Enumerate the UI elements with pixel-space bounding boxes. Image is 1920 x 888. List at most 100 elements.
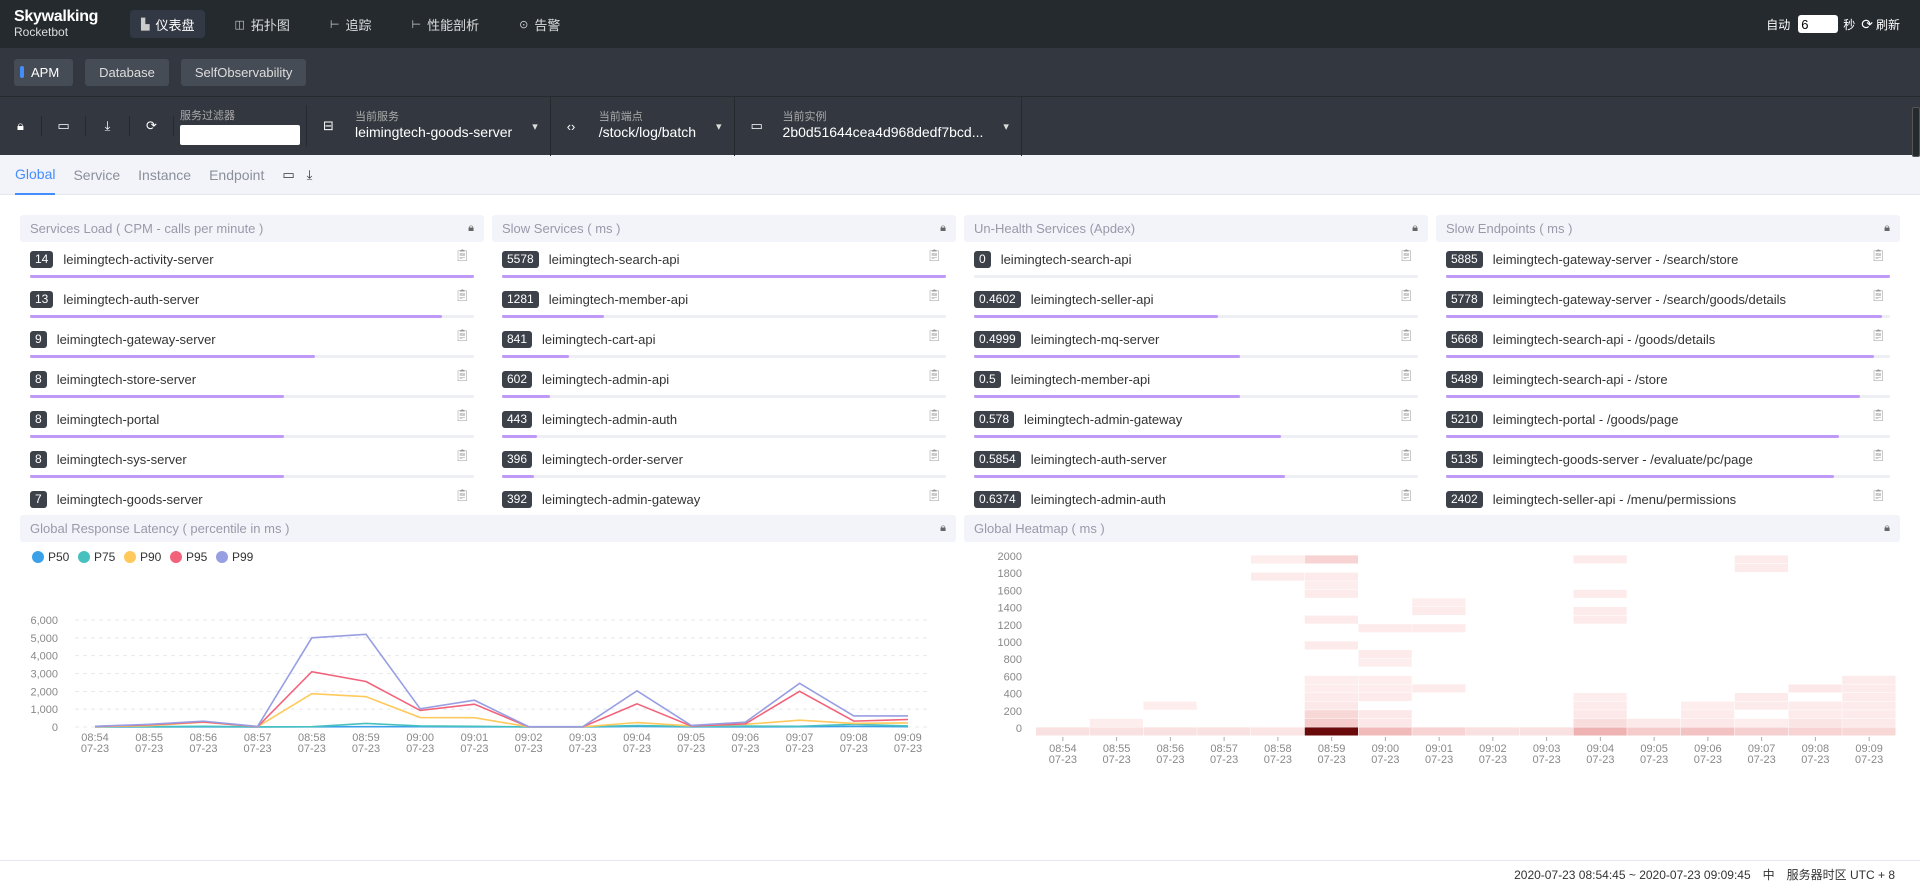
clipboard-icon[interactable]: 📋︎ [1399, 288, 1414, 302]
chevron-down-icon: ▾ [716, 120, 722, 133]
list-item[interactable]: 8 leimingtech-portal 📋︎ [20, 402, 484, 442]
list-item[interactable]: 0.4602 leimingtech-seller-api 📋︎ [964, 282, 1428, 322]
clipboard-icon[interactable]: 📋︎ [455, 408, 470, 422]
value-badge: 13 [30, 290, 54, 308]
lock-icon[interactable]: 🔒︎ [940, 522, 946, 535]
list-item[interactable]: 5489 leimingtech-search-api - /store 📋︎ [1436, 362, 1900, 402]
clipboard-icon[interactable]: 📋︎ [455, 328, 470, 342]
language-toggle[interactable]: 中 [1763, 866, 1775, 883]
list-item[interactable]: 0.4999 leimingtech-mq-server 📋︎ [964, 322, 1428, 362]
clipboard-icon[interactable]: 📋︎ [1399, 448, 1414, 462]
clipboard-icon[interactable]: 📋︎ [927, 288, 942, 302]
subtab-database[interactable]: Database [85, 58, 169, 86]
lock-icon[interactable]: 🔒︎ [1412, 222, 1418, 235]
clipboard-icon[interactable]: 📋︎ [1871, 448, 1886, 462]
refresh-interval-input[interactable] [1798, 15, 1839, 33]
clipboard-icon[interactable]: 📋︎ [455, 288, 470, 302]
clipboard-icon[interactable]: 📋︎ [1871, 248, 1886, 262]
endpoint-selector[interactable]: ‹› 当前端点/stock/log/batch ▾ [551, 96, 735, 156]
progress-track [502, 315, 946, 318]
lock-icon[interactable]: 🔒︎ [0, 116, 42, 136]
list-item[interactable]: 7 leimingtech-goods-server 📋︎ [20, 482, 484, 513]
clipboard-icon[interactable]: 📋︎ [927, 448, 942, 462]
time-range[interactable]: 2020-07-23 08:54:45 ~ 2020-07-23 09:09:4… [1514, 868, 1751, 882]
lock-icon[interactable]: 🔒︎ [940, 222, 946, 235]
list-item[interactable]: 392 leimingtech-admin-gateway 📋︎ [492, 482, 956, 513]
clipboard-icon[interactable]: 📋︎ [927, 488, 942, 502]
list-item[interactable]: 0.6374 leimingtech-admin-auth 📋︎ [964, 482, 1428, 513]
clipboard-icon[interactable]: 📋︎ [1871, 408, 1886, 422]
service-filter-input[interactable] [180, 125, 300, 145]
tab-global[interactable]: Global [15, 155, 56, 195]
value-badge: 5778 [1446, 290, 1483, 308]
clipboard-icon[interactable]: 📋︎ [1871, 328, 1886, 342]
list-item[interactable]: 5885 leimingtech-gateway-server - /search… [1436, 242, 1900, 282]
list-item[interactable]: 841 leimingtech-cart-api 📋︎ [492, 322, 956, 362]
side-gauge [1912, 107, 1920, 157]
list-item[interactable]: 0.5 leimingtech-member-api 📋︎ [964, 362, 1428, 402]
list-item[interactable]: 0 leimingtech-search-api 📋︎ [964, 242, 1428, 282]
folder-icon[interactable]: ▭ [42, 116, 86, 136]
nav-profile[interactable]: ⊢ 性能剖析 [401, 10, 491, 38]
refresh-icon[interactable]: ⟳ [1861, 16, 1873, 33]
clipboard-icon[interactable]: 📋︎ [927, 408, 942, 422]
clipboard-icon[interactable]: 📋︎ [1399, 488, 1414, 502]
list-item[interactable]: 2402 leimingtech-seller-api - /menu/permi… [1436, 482, 1900, 513]
list-item[interactable]: 13 leimingtech-auth-server 📋︎ [20, 282, 484, 322]
list-item[interactable]: 5135 leimingtech-goods-server - /evaluate… [1436, 442, 1900, 482]
lock-icon[interactable]: 🔒︎ [1884, 522, 1890, 535]
auto-refresh-label[interactable]: 自动 [1766, 16, 1790, 33]
subtab-apm[interactable]: APM [14, 58, 74, 86]
clipboard-icon[interactable]: 📋︎ [1399, 408, 1414, 422]
download-icon[interactable]: ⤓ [307, 167, 313, 183]
subtab-selfobservability[interactable]: SelfObservability [180, 58, 307, 86]
clipboard-icon[interactable]: 📋︎ [927, 368, 942, 382]
list-item[interactable]: 5578 leimingtech-search-api 📋︎ [492, 242, 956, 282]
list-item[interactable]: 396 leimingtech-order-server 📋︎ [492, 442, 956, 482]
clipboard-icon[interactable]: 📋︎ [1871, 288, 1886, 302]
clipboard-icon[interactable]: 📋︎ [1399, 248, 1414, 262]
tab-instance[interactable]: Instance [138, 155, 191, 195]
lock-icon[interactable]: 🔒︎ [1884, 222, 1890, 235]
refresh-button[interactable]: 刷新 [1876, 16, 1900, 33]
clipboard-icon[interactable]: 📋︎ [1871, 368, 1886, 382]
nav-dashboard[interactable]: ▙ 仪表盘 [130, 10, 206, 38]
download-icon[interactable]: ⤓ [86, 116, 130, 136]
folder-icon[interactable]: ▭ [282, 167, 294, 183]
list-item[interactable]: 602 leimingtech-admin-api 📋︎ [492, 362, 956, 402]
list-item[interactable]: 443 leimingtech-admin-auth 📋︎ [492, 402, 956, 442]
bar-chart-icon: ▙ [141, 18, 150, 31]
list-item[interactable]: 0.578 leimingtech-admin-gateway 📋︎ [964, 402, 1428, 442]
list-item[interactable]: 5210 leimingtech-portal - /goods/page 📋︎ [1436, 402, 1900, 442]
list-item[interactable]: 5668 leimingtech-search-api - /goods/deta… [1436, 322, 1900, 362]
list-item[interactable]: 0.5854 leimingtech-auth-server 📋︎ [964, 442, 1428, 482]
clipboard-icon[interactable]: 📋︎ [1399, 328, 1414, 342]
list-item[interactable]: 9 leimingtech-gateway-server 📋︎ [20, 322, 484, 362]
list-item[interactable]: 5778 leimingtech-gateway-server - /search… [1436, 282, 1900, 322]
clipboard-icon[interactable]: 📋︎ [927, 248, 942, 262]
reload-icon[interactable]: ⟳ [130, 116, 174, 136]
nav-label: 拓扑图 [250, 17, 290, 33]
nav-alarm[interactable]: ⊙ 告警 [508, 10, 571, 38]
clipboard-icon[interactable]: 📋︎ [455, 368, 470, 382]
clipboard-icon[interactable]: 📋︎ [1399, 368, 1414, 382]
y-tick-label: 0 [1016, 723, 1022, 735]
clipboard-icon[interactable]: 📋︎ [1871, 488, 1886, 502]
lock-icon[interactable]: 🔒︎ [468, 222, 474, 235]
list-item[interactable]: 14 leimingtech-activity-server 📋︎ [20, 242, 484, 282]
list-item[interactable]: 1281 leimingtech-member-api 📋︎ [492, 282, 956, 322]
service-selector[interactable]: ⊟ 当前服务 leimingtech-goods-server ▾ [307, 96, 551, 156]
clipboard-icon[interactable]: 📋︎ [927, 328, 942, 342]
logo-title: Skywalking [14, 8, 99, 25]
logo[interactable]: Skywalking Rocketbot [0, 8, 130, 40]
tab-endpoint[interactable]: Endpoint [209, 155, 264, 195]
clipboard-icon[interactable]: 📋︎ [455, 448, 470, 462]
nav-topology[interactable]: ◫ 拓扑图 [223, 10, 300, 38]
tab-service[interactable]: Service [73, 155, 120, 195]
instance-selector[interactable]: ▭ 当前实例 2b0d51644cea4d968dedf7bcd... ▾ [735, 96, 1022, 156]
list-item[interactable]: 8 leimingtech-store-server 📋︎ [20, 362, 484, 402]
nav-trace[interactable]: ⊢ 追踪 [319, 10, 383, 38]
list-item[interactable]: 8 leimingtech-sys-server 📋︎ [20, 442, 484, 482]
clipboard-icon[interactable]: 📋︎ [455, 488, 470, 502]
clipboard-icon[interactable]: 📋︎ [455, 248, 470, 262]
